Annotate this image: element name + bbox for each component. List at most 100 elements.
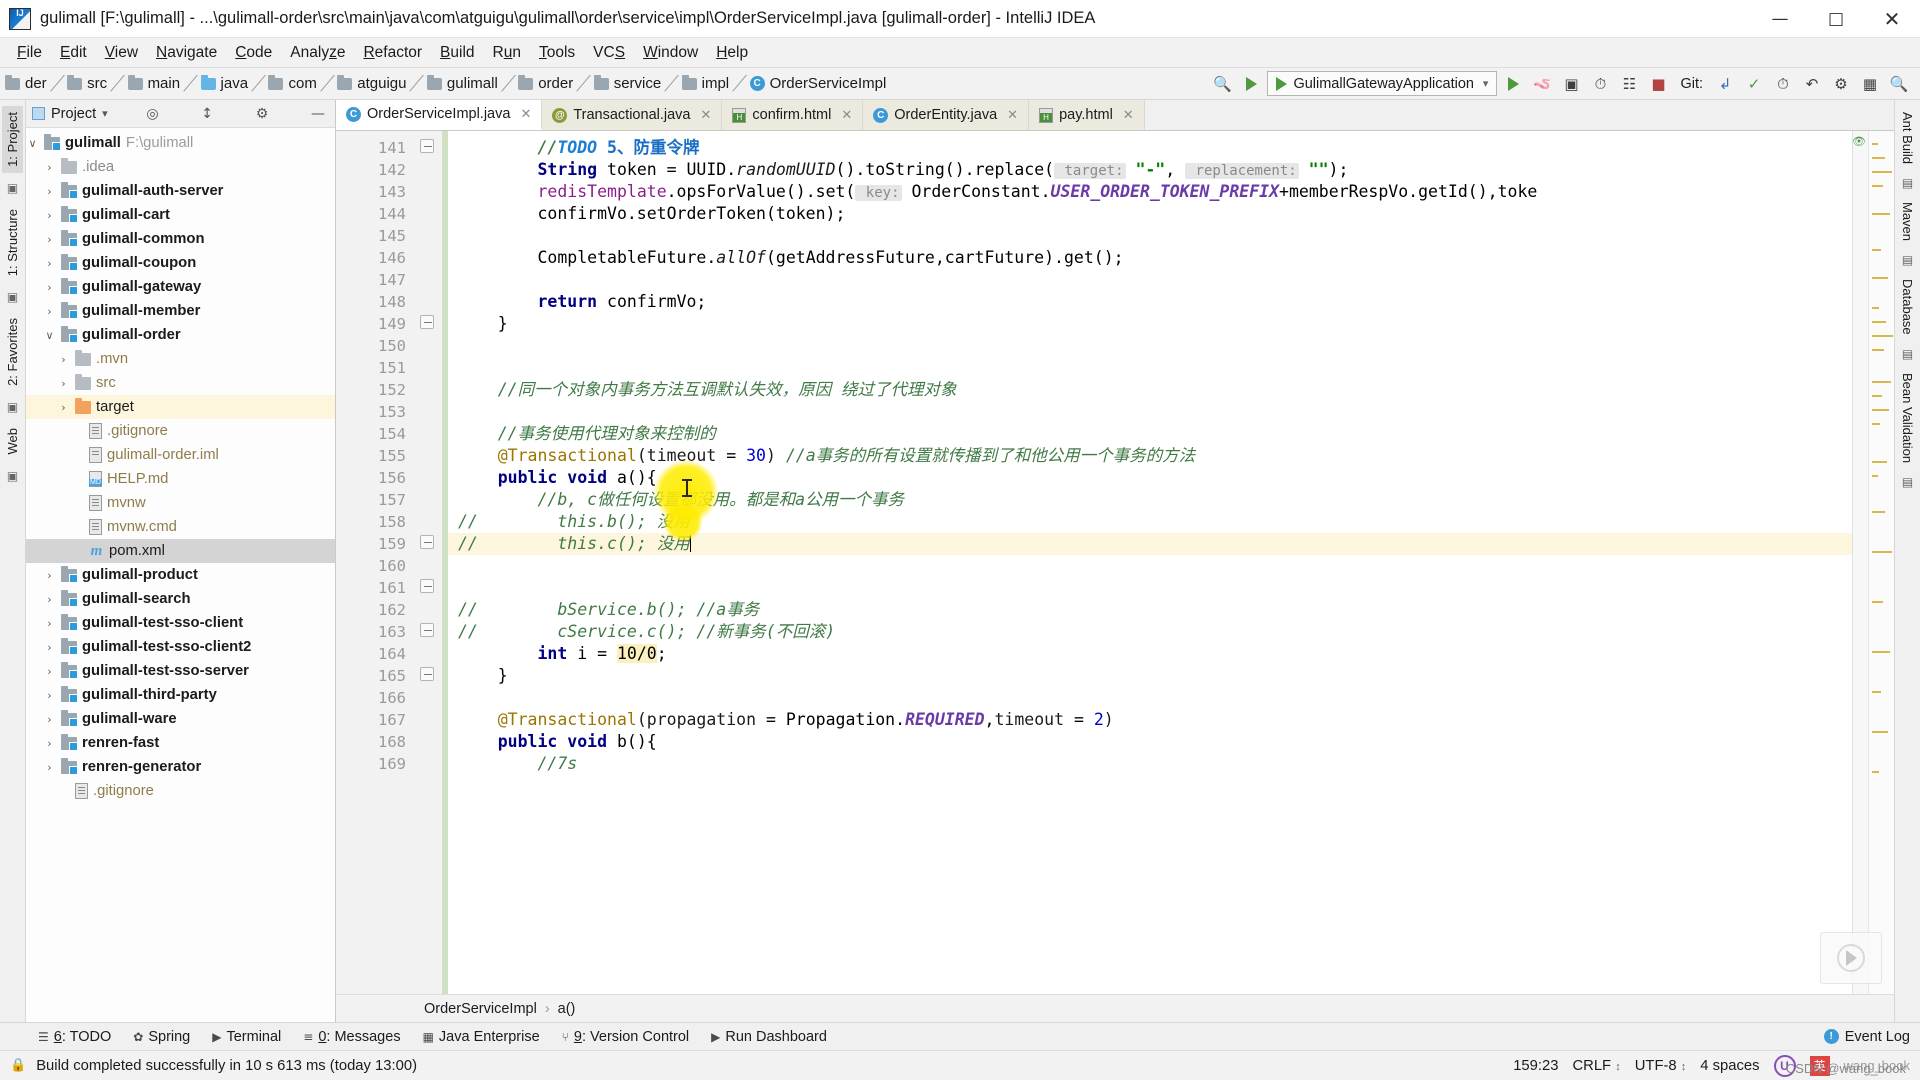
tree-node-src[interactable]: › src xyxy=(26,371,335,395)
tree-expand-arrow[interactable]: › xyxy=(43,209,56,222)
tree-expand-arrow[interactable]: › xyxy=(43,665,56,678)
code-line-147[interactable] xyxy=(448,269,1852,291)
code-line-156[interactable]: public void a(){ xyxy=(448,467,1852,489)
close-icon[interactable]: ✕ xyxy=(520,107,531,122)
code-line-166[interactable] xyxy=(448,687,1852,709)
close-icon[interactable]: ✕ xyxy=(1123,108,1134,123)
menu-item-build[interactable]: Build xyxy=(431,41,483,65)
line-number[interactable]: 149 xyxy=(336,313,414,335)
right-rail-tab-antbuild[interactable]: Ant Build xyxy=(1897,106,1918,170)
menu-item-run[interactable]: Run xyxy=(484,41,530,65)
line-number[interactable]: 168 xyxy=(336,731,414,753)
menu-item-vcs[interactable]: VCS xyxy=(584,41,634,65)
run-config-play-icon[interactable] xyxy=(1238,71,1264,97)
tree-node-gulimall-ware[interactable]: › gulimall-ware xyxy=(26,707,335,731)
rail-tab-project[interactable]: 1: Project xyxy=(2,106,23,173)
line-number[interactable]: 151 xyxy=(336,357,414,379)
editor-tab-orderserviceimpl-java[interactable]: C OrderServiceImpl.java ✕ xyxy=(336,100,543,130)
tree-node-gulimall-order-iml[interactable]: gulimall-order.iml xyxy=(26,443,335,467)
menu-item-help[interactable]: Help xyxy=(707,41,757,65)
tree-node-gulimall-third-party[interactable]: › gulimall-third-party xyxy=(26,683,335,707)
line-number[interactable]: 160 xyxy=(336,555,414,577)
navbar-crumb-impl[interactable]: impl xyxy=(677,74,735,93)
code-line-152[interactable]: //同一个对象内事务方法互调默认失效，原因 绕过了代理对象 xyxy=(448,379,1852,401)
search-icon[interactable]: 🔍 xyxy=(1886,71,1912,97)
breadcrumb-class[interactable]: OrderServiceImpl xyxy=(424,1001,537,1017)
tree-node-help-md[interactable]: HELP.md xyxy=(26,467,335,491)
tree-expand-arrow[interactable]: › xyxy=(43,689,56,702)
navbar-crumb-java[interactable]: java xyxy=(196,74,254,93)
navbar-crumb-main[interactable]: main xyxy=(123,74,186,93)
code-line-155[interactable]: @Transactional(timeout = 30) //a事务的所有设置就… xyxy=(448,445,1852,467)
line-number[interactable]: 147 xyxy=(336,269,414,291)
navbar-crumb-der[interactable]: der xyxy=(0,74,52,93)
tree-expand-arrow[interactable]: › xyxy=(43,185,56,198)
tree-expand-arrow[interactable]: › xyxy=(43,305,56,318)
code-line-148[interactable]: return confirmVo; xyxy=(448,291,1852,313)
tree-expand-arrow[interactable]: › xyxy=(57,377,70,390)
code-editor[interactable]: //TODO 5、防重令牌 String token = UUID.random… xyxy=(448,131,1852,994)
tool-window-java-enterprise[interactable]: ▦ Java Enterprise xyxy=(413,1027,550,1047)
line-number[interactable]: 142 xyxy=(336,159,414,181)
event-log-label[interactable]: Event Log xyxy=(1845,1029,1910,1045)
tree-node--idea[interactable]: › .idea xyxy=(26,155,335,179)
tree-expand-arrow[interactable]: › xyxy=(57,401,70,414)
tree-expand-arrow[interactable]: › xyxy=(43,281,56,294)
code-line-157[interactable]: //b, c做任何设置都没用。都是和a公用一个事务 xyxy=(448,489,1852,511)
editor-tab-confirm-html[interactable]: confirm.html ✕ xyxy=(722,100,864,130)
run-configuration-selector[interactable]: GulimallGatewayApplication ▾ xyxy=(1267,71,1498,96)
fold-marker[interactable] xyxy=(420,667,434,681)
tool-window-run-dashboard[interactable]: ▶ Run Dashboard xyxy=(701,1027,837,1047)
tree-expand-arrow[interactable]: › xyxy=(43,617,56,630)
line-number[interactable]: 152 xyxy=(336,379,414,401)
error-stripe[interactable]: 👁 xyxy=(1852,131,1868,994)
code-line-159[interactable]: // this.c(); 没用 xyxy=(448,533,1852,555)
code-line-162[interactable]: // bService.b(); //a事务 xyxy=(448,599,1852,621)
tool-window-terminal[interactable]: ▶ Terminal xyxy=(202,1027,291,1047)
fold-marker[interactable] xyxy=(420,579,434,593)
code-line-154[interactable]: //事务使用代理对象来控制的 xyxy=(448,423,1852,445)
code-line-163[interactable]: // cService.c(); //新事务(不回滚) xyxy=(448,621,1852,643)
minimize-button[interactable]: — xyxy=(1752,0,1808,38)
tree-expand-arrow[interactable]: › xyxy=(43,713,56,726)
tree-expand-arrow[interactable]: › xyxy=(43,569,56,582)
code-line-144[interactable]: confirmVo.setOrderToken(token); xyxy=(448,203,1852,225)
editor-tab-pay-html[interactable]: pay.html ✕ xyxy=(1029,100,1145,130)
tree-node-gulimall-gateway[interactable]: › gulimall-gateway xyxy=(26,275,335,299)
line-number[interactable]: 165 xyxy=(336,665,414,687)
commit-icon[interactable]: ✓ xyxy=(1741,71,1767,97)
caret-position[interactable]: 159:23 xyxy=(1513,1058,1558,1074)
fold-marker[interactable] xyxy=(420,315,434,329)
line-number[interactable]: 159 xyxy=(336,533,414,555)
tool-window-0--messages[interactable]: ≡ 0: Messages xyxy=(293,1027,410,1047)
line-number[interactable]: 157 xyxy=(336,489,414,511)
tree-node-gulimall-order[interactable]: ∨ gulimall-order xyxy=(26,323,335,347)
settings-icon[interactable]: ⚙ xyxy=(1828,71,1854,97)
navbar-crumb-src[interactable]: src xyxy=(62,74,112,93)
tree-node-gulimall-test-sso-server[interactable]: › gulimall-test-sso-server xyxy=(26,659,335,683)
close-icon[interactable]: ✕ xyxy=(700,108,711,123)
navbar-crumb-order[interactable]: order xyxy=(513,74,578,93)
code-line-150[interactable] xyxy=(448,335,1852,357)
menu-item-tools[interactable]: Tools xyxy=(530,41,584,65)
panel-settings-icon[interactable]: ⚙ xyxy=(252,106,273,122)
fold-marker[interactable] xyxy=(420,535,434,549)
code-line-161[interactable] xyxy=(448,577,1852,599)
code-line-167[interactable]: @Transactional(propagation = Propagation… xyxy=(448,709,1852,731)
line-number[interactable]: 141 xyxy=(336,137,414,159)
menu-item-code[interactable]: Code xyxy=(226,41,281,65)
close-button[interactable]: ✕ xyxy=(1864,0,1920,38)
screen-recorder-widget[interactable] xyxy=(1820,932,1882,984)
breadcrumb-method[interactable]: a() xyxy=(558,1001,576,1017)
navbar-crumb-com[interactable]: com xyxy=(263,74,321,93)
indent-setting[interactable]: 4 spaces xyxy=(1700,1058,1759,1074)
rail-tab-favorites[interactable]: 2: Favorites xyxy=(2,312,23,392)
tree-node-gulimall[interactable]: ∨ gulimall F:\gulimall xyxy=(26,131,335,155)
tree-node-gulimall-member[interactable]: › gulimall-member xyxy=(26,299,335,323)
tree-expand-arrow[interactable]: › xyxy=(43,161,56,174)
collapse-all-icon[interactable]: ↕ xyxy=(197,106,217,122)
right-rail-tab-beanvalidation[interactable]: Bean Validation xyxy=(1897,367,1918,469)
menu-item-analyze[interactable]: Analyze xyxy=(281,41,354,65)
rail-tab-web[interactable]: Web xyxy=(2,422,23,461)
code-line-169[interactable]: //7s xyxy=(448,753,1852,775)
